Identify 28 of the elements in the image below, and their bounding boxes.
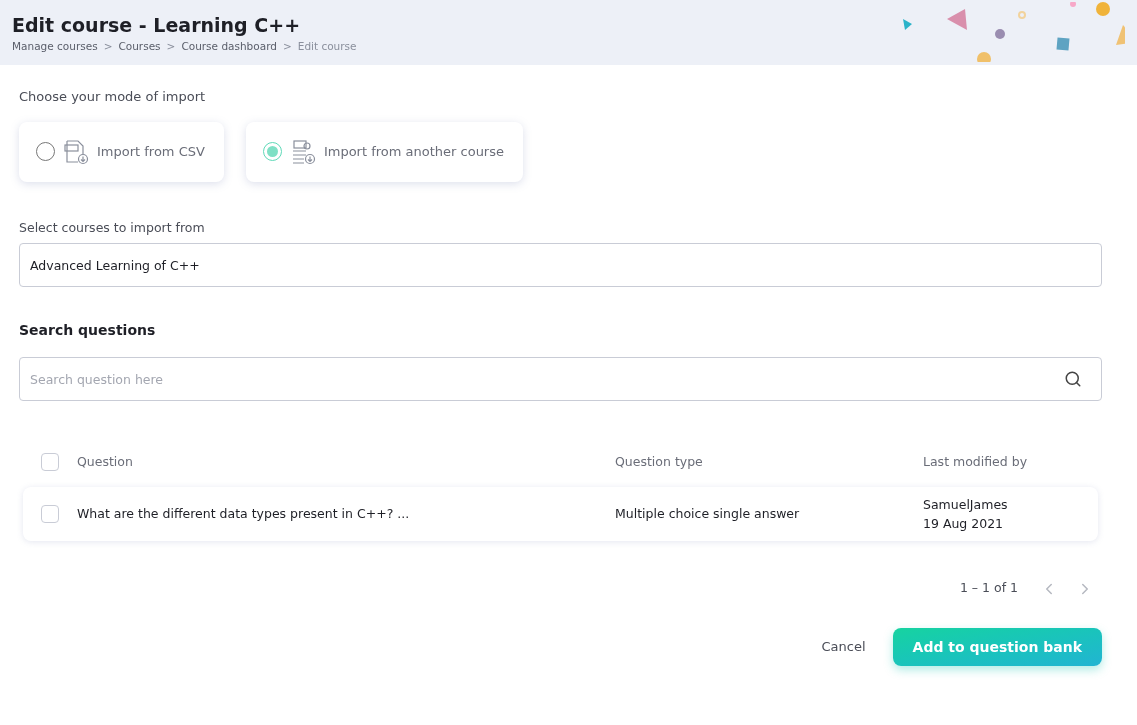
field-label: Select courses to import from <box>19 218 206 237</box>
breadcrumb-link[interactable]: Courses <box>118 39 161 55</box>
search-field[interactable]: Search question here <box>19 357 1102 402</box>
checkbox[interactable] <box>41 505 59 524</box>
author-name: SamuelJames <box>923 496 1008 515</box>
section-label: Choose your mode of import <box>19 88 207 106</box>
import-option-card[interactable]: Import from another course <box>245 121 523 182</box>
question-type: Multiple choice single answer <box>615 504 801 523</box>
page-title: Edit course - Learning C++ <box>12 13 302 38</box>
pagination-range: 1 – 1 of 1 <box>959 579 1018 598</box>
csv-file-icon <box>63 138 89 165</box>
question-row[interactable]: What are the different data types present in C++? ... Multiple choice single answer SamuelJames 19 Aug 2021 <box>23 487 1098 542</box>
cancel-button[interactable]: Cancel <box>821 637 866 657</box>
import-option-card[interactable]: Import from CSV <box>19 121 224 182</box>
column-header: Question type <box>615 452 704 471</box>
column-header: Last modified by <box>923 452 1028 471</box>
breadcrumb-separator: > <box>103 39 113 54</box>
question-text: What are the different data types present in C++? ... <box>77 504 411 523</box>
section-heading: Search questions <box>19 321 157 341</box>
breadcrumb-link[interactable]: Manage courses <box>12 39 98 55</box>
breadcrumb-separator: > <box>282 39 292 54</box>
search-icon[interactable] <box>1064 370 1082 389</box>
breadcrumb-separator: > <box>166 39 176 54</box>
course-select-field[interactable]: Advanced Learning of C++ <box>19 243 1102 288</box>
checkbox[interactable] <box>41 453 59 472</box>
column-header: Question <box>77 452 134 471</box>
breadcrumb-link[interactable]: Course dashboard <box>181 39 277 55</box>
modified-date: 19 Aug 2021 <box>923 515 1005 534</box>
